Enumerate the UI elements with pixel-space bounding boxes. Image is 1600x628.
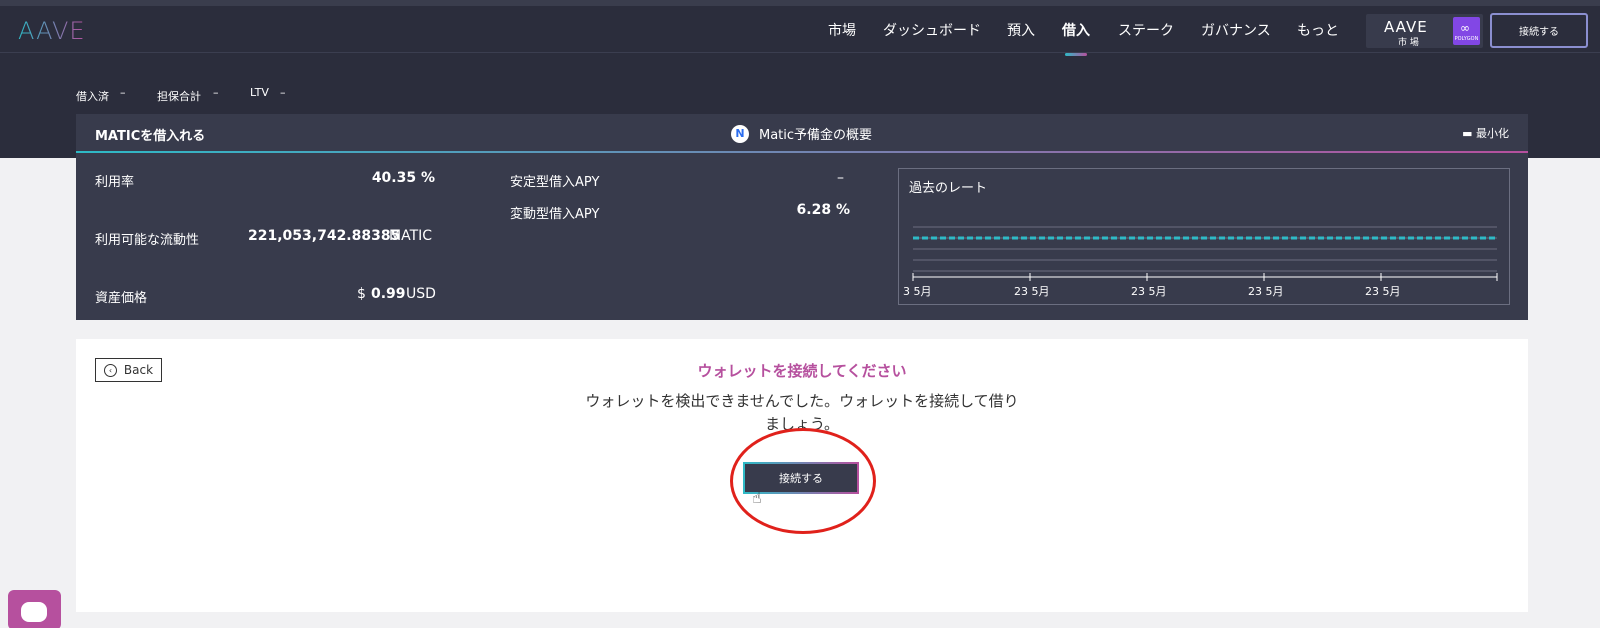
polygon-icon: ∞ bbox=[1460, 21, 1470, 35]
borrowed-label: 借入済 bbox=[76, 90, 109, 103]
nav-item-more[interactable]: もっと bbox=[1297, 20, 1339, 40]
x-tick-label: 23 5月 bbox=[1131, 285, 1167, 298]
connect-title: ウォレットを接続してください bbox=[697, 362, 907, 380]
hand-cursor-icon: ☝ bbox=[752, 488, 762, 507]
reserve-overview: N Matic予備金の概要 bbox=[731, 124, 872, 143]
polygon-network-badge[interactable]: ∞ POLYGON bbox=[1453, 17, 1480, 45]
x-tick-label: 23 5月 bbox=[1365, 285, 1401, 298]
nav-item-governance[interactable]: ガバナンス bbox=[1201, 20, 1271, 40]
utilization-label: 利用率 bbox=[95, 175, 135, 190]
liquidity-label: 利用可能な流動性 bbox=[95, 233, 200, 248]
liquidity-value: 221,053,742.88385 bbox=[248, 228, 401, 244]
stable-apy-value: – bbox=[837, 170, 844, 186]
chat-bubble-icon bbox=[21, 602, 47, 622]
panel-title: MATICを借入れる bbox=[95, 129, 206, 144]
chat-widget-button[interactable] bbox=[8, 590, 61, 628]
historical-rate-chart: 過去のレート 3 5月 23 5月 23 5月 23 5月 23 5月 bbox=[898, 168, 1510, 305]
x-tick-label: 3 5月 bbox=[903, 285, 932, 298]
x-tick-label: 23 5月 bbox=[1248, 285, 1284, 298]
variable-apy-label: 変動型借入APY bbox=[510, 207, 600, 222]
annotation-circle bbox=[730, 428, 876, 534]
price-label: 資産価格 bbox=[95, 291, 148, 306]
nav-item-markets[interactable]: 市場 bbox=[828, 20, 856, 40]
collateral-label: 担保合計 bbox=[157, 90, 201, 103]
price-currency: $ bbox=[357, 286, 366, 302]
minimize-label: 最小化 bbox=[1476, 127, 1509, 140]
reserve-overview-title: Matic予備金の概要 bbox=[759, 128, 873, 143]
ltv-value: – bbox=[280, 86, 286, 99]
nav-active-underline bbox=[1065, 53, 1087, 56]
panel-header: MATICを借入れる N Matic予備金の概要 ▬ 最小化 bbox=[76, 114, 1528, 153]
nav-item-dashboard[interactable]: ダッシュボード bbox=[883, 20, 981, 40]
aave-logo[interactable]: AAVE bbox=[18, 17, 86, 45]
stable-apy-label: 安定型借入APY bbox=[510, 175, 600, 190]
x-tick-label: 23 5月 bbox=[1014, 285, 1050, 298]
ltv-label: LTV bbox=[250, 86, 269, 99]
borrowed-value: – bbox=[120, 86, 126, 99]
price-value: 0.99 bbox=[371, 286, 406, 302]
nav-item-borrow[interactable]: 借入 bbox=[1062, 20, 1090, 40]
price-unit: USD bbox=[406, 286, 436, 302]
rate-chart-svg: 3 5月 23 5月 23 5月 23 5月 23 5月 bbox=[903, 226, 1498, 298]
matic-icon: N bbox=[731, 124, 749, 143]
liquidity-unit: MATIC bbox=[389, 228, 433, 244]
market-logo: AAVE bbox=[1384, 18, 1428, 36]
minimize-button[interactable]: ▬ 最小化 bbox=[1462, 125, 1509, 141]
connect-wallet-button[interactable]: 接続する bbox=[1490, 13, 1588, 48]
market-label: 市 場 bbox=[1398, 38, 1419, 48]
nav-item-deposit[interactable]: 預入 bbox=[1007, 20, 1035, 40]
variable-apy-value: 6.28 % bbox=[796, 202, 850, 218]
network-label: POLYGON bbox=[1454, 36, 1479, 42]
nav-item-stake[interactable]: ステーク bbox=[1118, 20, 1174, 40]
collateral-value: – bbox=[213, 86, 219, 99]
utilization-value: 40.35 % bbox=[371, 170, 435, 186]
navbar: AAVE 市場 ダッシュボード 預入 借入 ステーク ガバナンス もっと AAV… bbox=[0, 6, 1600, 56]
